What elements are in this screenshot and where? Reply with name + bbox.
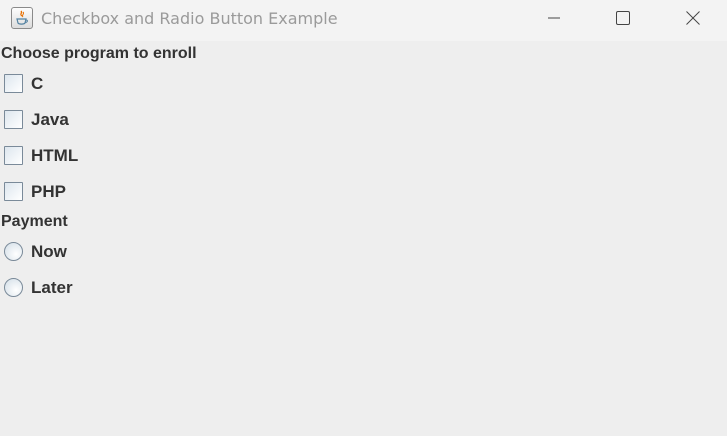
window-title: Checkbox and Radio Button Example	[41, 9, 338, 28]
close-icon	[686, 11, 700, 25]
checkbox-html[interactable]	[4, 146, 23, 165]
radio-later[interactable]	[4, 278, 23, 297]
content-panel: Choose program to enroll C Java HTML PHP…	[0, 41, 727, 436]
maximize-icon	[616, 11, 630, 25]
minimize-icon	[548, 17, 560, 19]
radio-now[interactable]	[4, 242, 23, 261]
checkbox-label-java[interactable]: Java	[31, 110, 69, 130]
checkbox-c[interactable]	[4, 74, 23, 93]
checkbox-label-php[interactable]: PHP	[31, 182, 66, 202]
payment-section-label: Payment	[1, 213, 68, 230]
maximize-button[interactable]	[600, 0, 646, 36]
title-bar[interactable]: Checkbox and Radio Button Example	[0, 0, 727, 41]
checkbox-php[interactable]	[4, 182, 23, 201]
checkbox-label-c[interactable]: C	[31, 74, 43, 94]
minimize-button[interactable]	[531, 0, 577, 36]
radio-label-now[interactable]: Now	[31, 242, 67, 262]
program-section-label: Choose program to enroll	[1, 45, 197, 62]
checkbox-java[interactable]	[4, 110, 23, 129]
radio-label-later[interactable]: Later	[31, 278, 73, 298]
checkbox-label-html[interactable]: HTML	[31, 146, 78, 166]
java-icon[interactable]	[11, 7, 33, 29]
close-button[interactable]	[670, 0, 716, 36]
